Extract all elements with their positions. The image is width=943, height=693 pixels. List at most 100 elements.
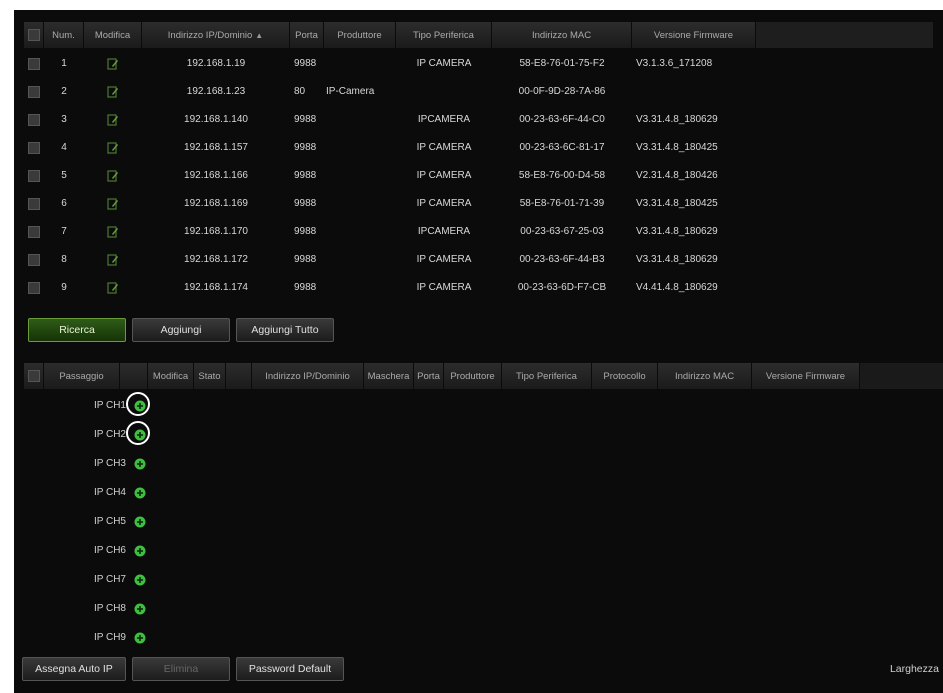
row-checkbox-box[interactable] bbox=[28, 113, 40, 126]
channel-row[interactable]: IP CH4 bbox=[24, 478, 146, 507]
row-checkbox[interactable] bbox=[24, 253, 44, 266]
delete-button[interactable]: Elimina bbox=[132, 657, 230, 681]
col-mask[interactable]: Maschera bbox=[364, 363, 414, 389]
row-edit[interactable] bbox=[84, 253, 142, 266]
edit-icon[interactable] bbox=[107, 197, 119, 210]
col-channel[interactable]: Passaggio bbox=[44, 363, 120, 389]
channel-row[interactable]: IP CH7 bbox=[24, 565, 146, 594]
row-checkbox-box[interactable] bbox=[28, 141, 40, 154]
row-ip: 192.168.1.172 bbox=[184, 254, 248, 265]
add-circle-icon[interactable] bbox=[126, 391, 150, 416]
row-checkbox[interactable] bbox=[24, 113, 44, 126]
row-edit[interactable] bbox=[84, 113, 142, 126]
device-row[interactable]: 6 192.168.1.169 9988 IP CAMERA 58-E8-76-01-7… bbox=[24, 190, 934, 217]
row-ip: 192.168.1.140 bbox=[184, 114, 248, 125]
row-checkbox-box[interactable] bbox=[28, 197, 40, 210]
channel-select-all-checkbox[interactable] bbox=[24, 363, 44, 389]
row-edit[interactable] bbox=[84, 57, 142, 70]
col-protocol[interactable]: Protocollo bbox=[592, 363, 658, 389]
row-checkbox[interactable] bbox=[24, 169, 44, 182]
channel-label: IP CH8 bbox=[93, 603, 126, 614]
row-edit[interactable] bbox=[84, 141, 142, 154]
edit-icon[interactable] bbox=[107, 169, 119, 182]
channel-row[interactable]: IP CH3 bbox=[24, 449, 146, 478]
add-all-button[interactable]: Aggiungi Tutto bbox=[236, 318, 334, 342]
channel-row[interactable]: IP CH5 bbox=[24, 507, 146, 536]
edit-icon[interactable] bbox=[107, 113, 119, 126]
col-ch-mac[interactable]: Indirizzo MAC bbox=[658, 363, 752, 389]
col-ch-manufacturer[interactable]: Produttore bbox=[444, 363, 502, 389]
add-button[interactable]: Aggiungi bbox=[132, 318, 230, 342]
row-checkbox[interactable] bbox=[24, 281, 44, 294]
col-ch-edit[interactable]: Modifica bbox=[148, 363, 194, 389]
channel-row[interactable]: IP CH1 bbox=[24, 391, 150, 420]
edit-icon[interactable] bbox=[107, 85, 119, 98]
col-firmware[interactable]: Versione Firmware bbox=[632, 22, 756, 48]
edit-icon[interactable] bbox=[107, 141, 119, 154]
edit-icon[interactable] bbox=[107, 281, 119, 294]
row-checkbox-box[interactable] bbox=[28, 225, 40, 238]
row-checkbox[interactable] bbox=[24, 141, 44, 154]
col-manufacturer[interactable]: Produttore bbox=[324, 22, 396, 48]
channel-row[interactable]: IP CH6 bbox=[24, 536, 146, 565]
edit-icon[interactable] bbox=[107, 57, 119, 70]
row-edit[interactable] bbox=[84, 281, 142, 294]
row-edit[interactable] bbox=[84, 225, 142, 238]
add-circle-icon[interactable] bbox=[134, 458, 146, 470]
row-checkbox[interactable] bbox=[24, 225, 44, 238]
row-firmware: V3.31.4.8_180629 bbox=[636, 114, 718, 125]
col-port[interactable]: Porta bbox=[290, 22, 324, 48]
row-checkbox[interactable] bbox=[24, 57, 44, 70]
add-circle-icon[interactable] bbox=[126, 420, 150, 445]
device-row[interactable]: 8 192.168.1.172 9988 IP CAMERA 00-23-63-6F-4… bbox=[24, 246, 934, 273]
row-checkbox[interactable] bbox=[24, 197, 44, 210]
channel-row[interactable]: IP CH8 bbox=[24, 594, 146, 623]
row-port: 9988 bbox=[294, 114, 317, 125]
add-circle-icon[interactable] bbox=[134, 603, 146, 615]
row-firmware: V3.31.4.8_180425 bbox=[636, 142, 718, 153]
default-password-button[interactable]: Password Default bbox=[236, 657, 344, 681]
add-circle-icon[interactable] bbox=[134, 516, 146, 528]
row-edit[interactable] bbox=[84, 169, 142, 182]
auto-ip-button[interactable]: Assegna Auto IP bbox=[22, 657, 126, 681]
col-mac[interactable]: Indirizzo MAC bbox=[492, 22, 632, 48]
channel-row[interactable]: IP CH9 bbox=[24, 623, 146, 652]
select-all-checkbox[interactable] bbox=[24, 22, 44, 48]
edit-icon[interactable] bbox=[107, 225, 119, 238]
col-ch-ip[interactable]: Indirizzo IP/Dominio bbox=[252, 363, 364, 389]
col-status[interactable]: Stato bbox=[194, 363, 226, 389]
col-edit[interactable]: Modifica bbox=[84, 22, 142, 48]
device-row[interactable]: 1 192.168.1.19 9988 IP CAMERA 58-E8-76-01-75… bbox=[24, 50, 934, 77]
col-ch-device-type[interactable]: Tipo Periferica bbox=[502, 363, 592, 389]
row-ip: 192.168.1.174 bbox=[184, 282, 248, 293]
add-circle-icon[interactable] bbox=[134, 545, 146, 557]
device-row[interactable]: 9 192.168.1.174 9988 IP CAMERA 00-23-63-6D-F… bbox=[24, 274, 934, 301]
col-filler bbox=[756, 22, 934, 48]
device-row[interactable]: 4 192.168.1.157 9988 IP CAMERA 00-23-63-6C-8… bbox=[24, 134, 934, 161]
row-edit[interactable] bbox=[84, 85, 142, 98]
row-checkbox-box[interactable] bbox=[28, 281, 40, 294]
row-checkbox-box[interactable] bbox=[28, 85, 40, 98]
col-ch-port[interactable]: Porta bbox=[414, 363, 444, 389]
device-row[interactable]: 3 192.168.1.140 9988 IPCAMERA 00-23-63-6F-44… bbox=[24, 106, 934, 133]
col-ch-firmware[interactable]: Versione Firmware bbox=[752, 363, 860, 389]
device-row[interactable]: 7 192.168.1.170 9988 IPCAMERA 00-23-63-67-25… bbox=[24, 218, 934, 245]
col-ip[interactable]: Indirizzo IP/Dominio ▲ bbox=[142, 22, 290, 48]
col-device-type[interactable]: Tipo Periferica bbox=[396, 22, 492, 48]
row-num: 7 bbox=[61, 226, 67, 237]
edit-icon[interactable] bbox=[107, 253, 119, 266]
add-circle-icon[interactable] bbox=[134, 574, 146, 586]
device-row[interactable]: 2 192.168.1.23 80 IP-Camera 00-0F-9D-28-7A-8… bbox=[24, 78, 934, 105]
row-checkbox-box[interactable] bbox=[28, 253, 40, 266]
row-checkbox-box[interactable] bbox=[28, 169, 40, 182]
row-checkbox[interactable] bbox=[24, 85, 44, 98]
channel-row[interactable]: IP CH2 bbox=[24, 420, 150, 449]
row-checkbox-box[interactable] bbox=[28, 57, 40, 70]
search-button[interactable]: Ricerca bbox=[28, 318, 126, 342]
row-edit[interactable] bbox=[84, 197, 142, 210]
col-num[interactable]: Num. bbox=[44, 22, 84, 48]
device-row[interactable]: 5 192.168.1.166 9988 IP CAMERA 58-E8-76-00-D… bbox=[24, 162, 934, 189]
row-port: 9988 bbox=[294, 198, 317, 209]
add-circle-icon[interactable] bbox=[134, 632, 146, 644]
add-circle-icon[interactable] bbox=[134, 487, 146, 499]
